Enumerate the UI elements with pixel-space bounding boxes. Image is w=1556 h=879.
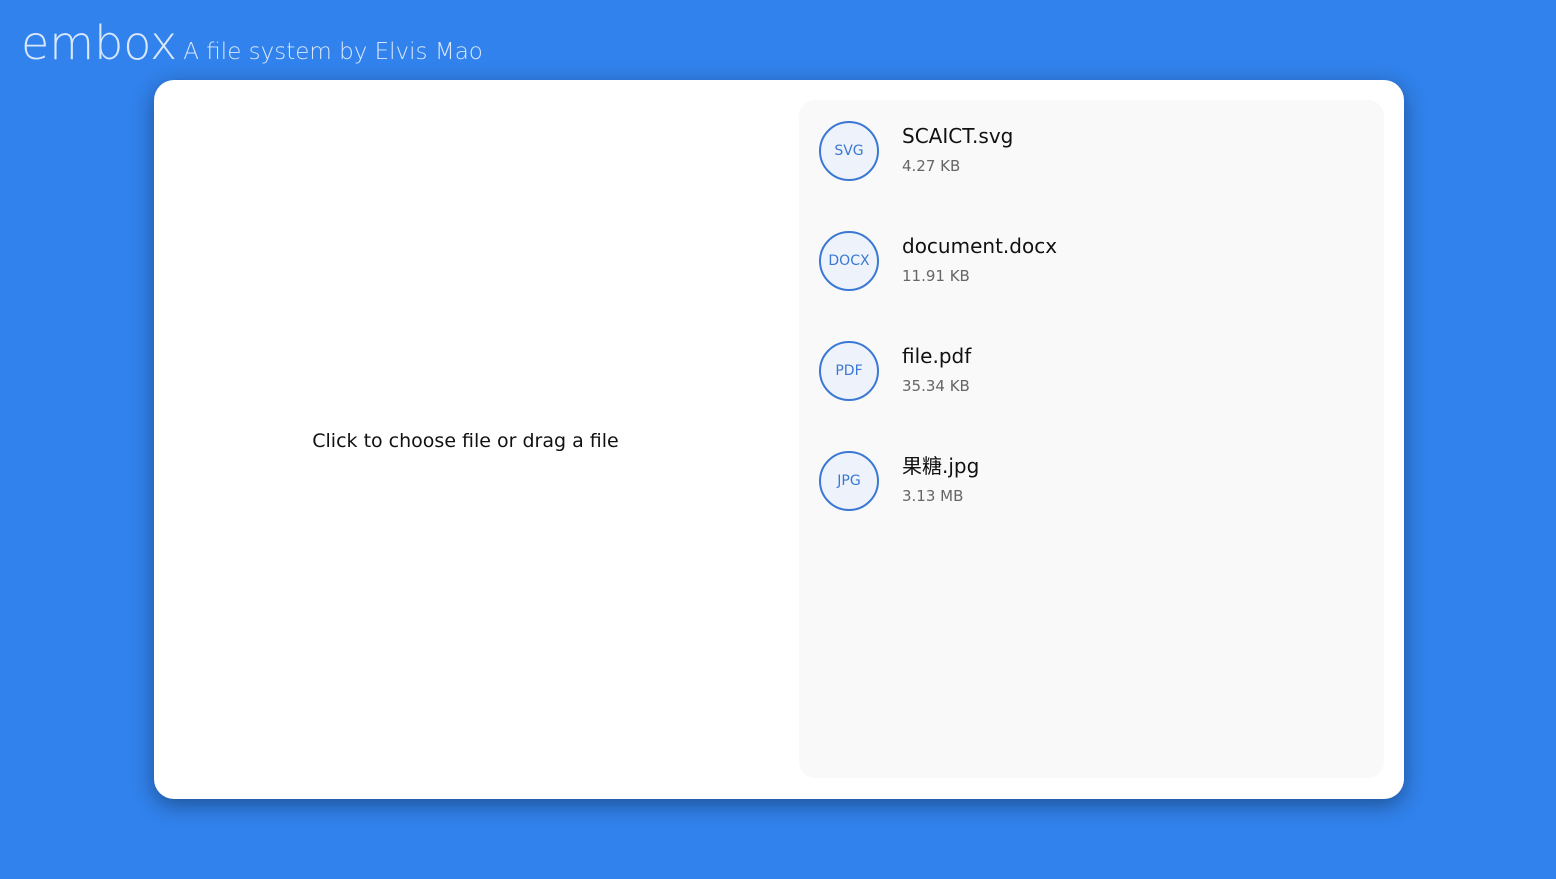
dropzone-prompt: Click to choose file or drag a file [312,429,619,452]
brand-logo-text: embox [21,16,178,70]
file-extension-label: DOCX [828,253,870,269]
main-card: Click to choose file or drag a file SVG … [154,80,1404,799]
file-item[interactable]: JPG 果糖.jpg 3.13 MB [819,450,1359,512]
app-header: embox A file system by Elvis Mao [21,18,483,68]
file-meta: 果糖.jpg 3.13 MB [902,453,979,505]
file-extension-label: SVG [834,143,864,159]
file-list: SVG SCAICT.svg 4.27 KB DOCX document.doc… [799,100,1384,778]
file-type-icon: PDF [819,341,879,401]
file-size: 3.13 MB [902,487,964,505]
file-size: 4.27 KB [902,157,961,175]
file-type-icon: SVG [819,121,879,181]
file-dropzone[interactable]: Click to choose file or drag a file [154,80,777,799]
file-meta: document.docx 11.91 KB [902,233,1057,285]
file-type-icon: DOCX [819,231,879,291]
file-extension-label: JPG [837,473,861,489]
file-meta: SCAICT.svg 4.27 KB [902,123,1013,175]
file-name[interactable]: SCAICT.svg [902,123,1013,149]
file-extension-label: PDF [835,363,863,379]
file-name[interactable]: 果糖.jpg [902,453,979,479]
file-size: 11.91 KB [902,267,970,285]
file-item[interactable]: DOCX document.docx 11.91 KB [819,230,1359,292]
app-tagline: A file system by Elvis Mao [183,39,483,65]
file-type-icon: JPG [819,451,879,511]
file-meta: file.pdf 35.34 KB [902,343,971,395]
file-item[interactable]: PDF file.pdf 35.34 KB [819,340,1359,402]
file-name[interactable]: file.pdf [902,343,971,369]
file-size: 35.34 KB [902,377,970,395]
file-name[interactable]: document.docx [902,233,1057,259]
file-item[interactable]: SVG SCAICT.svg 4.27 KB [819,120,1359,182]
